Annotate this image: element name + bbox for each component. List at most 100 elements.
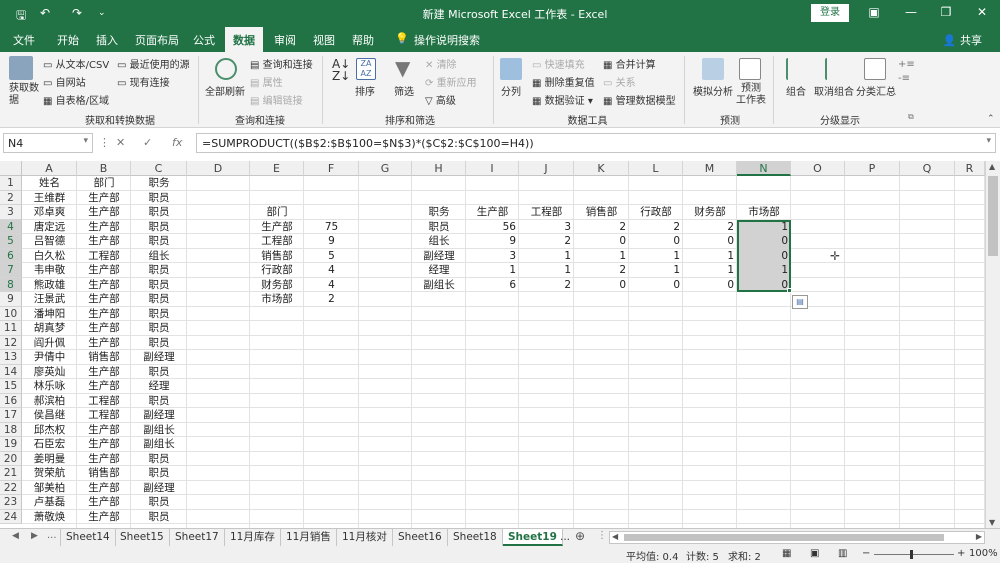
- summary-dept[interactable]: 生产部: [250, 220, 304, 235]
- row-header[interactable]: 24: [0, 509, 22, 524]
- scroll-left-icon[interactable]: ◀: [612, 532, 618, 541]
- matrix-header[interactable]: 销售部: [574, 205, 629, 220]
- matrix-value[interactable]: 6: [466, 278, 519, 293]
- cell-position[interactable]: 职员: [131, 510, 187, 525]
- matrix-value[interactable]: 3: [466, 249, 519, 264]
- cell-name[interactable]: 尹倩中: [22, 350, 77, 365]
- matrix-value[interactable]: 1: [683, 263, 737, 278]
- row-header[interactable]: 13: [0, 350, 22, 365]
- horizontal-scrollbar[interactable]: ◀ ▶: [609, 531, 985, 544]
- cell-dept[interactable]: 生产部: [77, 423, 131, 438]
- row-header[interactable]: 19: [0, 437, 22, 452]
- cell-dept[interactable]: 部门: [77, 176, 131, 191]
- cell-dept[interactable]: 生产部: [77, 307, 131, 322]
- minimize-icon[interactable]: —: [901, 5, 921, 19]
- ribbon-display-icon[interactable]: ▣: [864, 5, 884, 19]
- row-header[interactable]: 11: [0, 321, 22, 336]
- row-header[interactable]: 21: [0, 466, 22, 481]
- cell-position[interactable]: 副组长: [131, 437, 187, 452]
- cell-dept[interactable]: 生产部: [77, 220, 131, 235]
- properties-button[interactable]: ▤ 属性: [250, 74, 283, 89]
- cell-position[interactable]: 副组长: [131, 423, 187, 438]
- column-header[interactable]: E: [250, 161, 304, 176]
- matrix-value[interactable]: 0: [629, 234, 683, 249]
- matrix-value[interactable]: 2: [629, 220, 683, 235]
- cell-dept[interactable]: 生产部: [77, 365, 131, 380]
- matrix-value[interactable]: 1: [683, 249, 737, 264]
- matrix-position[interactable]: 职员: [412, 220, 466, 235]
- column-header[interactable]: B: [77, 161, 131, 176]
- select-all-button[interactable]: [0, 161, 22, 176]
- expand-formula-icon[interactable]: ▾: [986, 136, 991, 146]
- summary-count[interactable]: 5: [304, 249, 359, 264]
- cell-dept[interactable]: 工程部: [77, 394, 131, 409]
- cell-position[interactable]: 职员: [131, 394, 187, 409]
- cell-position[interactable]: 职员: [131, 466, 187, 481]
- more-sheets-icon[interactable]: ...: [47, 530, 57, 541]
- cell-dept[interactable]: 生产部: [77, 379, 131, 394]
- queries-button[interactable]: ▤ 查询和连接: [250, 56, 313, 71]
- from-text-button[interactable]: ▭ 从文本/CSV: [43, 56, 109, 71]
- undo-icon[interactable]: ↶: [40, 6, 50, 20]
- row-header[interactable]: 4: [0, 219, 22, 234]
- text-to-columns-button[interactable]: 分列: [501, 83, 521, 98]
- save-icon[interactable]: 🖫: [16, 6, 26, 27]
- matrix-value[interactable]: 2: [519, 234, 574, 249]
- sort-az-icon[interactable]: A↓ Z↓: [332, 58, 350, 82]
- relationships-button[interactable]: ▭ 关系: [603, 74, 636, 89]
- column-header[interactable]: G: [359, 161, 412, 176]
- cell-dept[interactable]: 工程部: [77, 249, 131, 264]
- row-header[interactable]: 17: [0, 408, 22, 423]
- zoom-out-icon[interactable]: −: [862, 548, 870, 559]
- cell-name[interactable]: 邹美柏: [22, 481, 77, 496]
- row-header[interactable]: 16: [0, 393, 22, 408]
- sheet-tab[interactable]: Sheet16: [393, 529, 448, 546]
- next-sheet-icon[interactable]: ▶: [31, 531, 38, 541]
- summary-dept[interactable]: 市场部: [250, 292, 304, 307]
- column-header[interactable]: L: [629, 161, 683, 176]
- cell-dept[interactable]: 生产部: [77, 510, 131, 525]
- consolidate-button[interactable]: ▦ 合并计算: [603, 56, 656, 71]
- column-header[interactable]: I: [466, 161, 519, 176]
- summary-dept[interactable]: 行政部: [250, 263, 304, 278]
- from-web-button[interactable]: ▭ 自网站: [43, 74, 86, 89]
- row-header[interactable]: 12: [0, 335, 22, 350]
- group-button[interactable]: 组合: [786, 83, 806, 98]
- matrix-value[interactable]: 1: [519, 249, 574, 264]
- matrix-value[interactable]: 0: [574, 234, 629, 249]
- tab-help[interactable]: 帮助: [352, 32, 374, 48]
- cell-name[interactable]: 姜明曼: [22, 452, 77, 467]
- chevron-down-icon[interactable]: ▾: [83, 136, 88, 146]
- scroll-thumb[interactable]: [988, 176, 998, 256]
- fill-handle[interactable]: [787, 288, 792, 293]
- row-header[interactable]: 18: [0, 422, 22, 437]
- summary-count[interactable]: 4: [304, 263, 359, 278]
- tab-page-layout[interactable]: 页面布局: [135, 32, 179, 48]
- restore-icon[interactable]: ❐: [936, 5, 956, 19]
- cell-position[interactable]: 职员: [131, 205, 187, 220]
- row-header[interactable]: 15: [0, 379, 22, 394]
- matrix-header[interactable]: 工程部: [519, 205, 574, 220]
- cell-dept[interactable]: 生产部: [77, 292, 131, 307]
- zoom-slider[interactable]: [874, 554, 954, 555]
- cell-dept[interactable]: 生产部: [77, 321, 131, 336]
- customize-qat-icon[interactable]: ⌄: [98, 8, 106, 18]
- cell-dept[interactable]: 生产部: [77, 495, 131, 510]
- sheet-tab-active[interactable]: Sheet19: [503, 529, 563, 546]
- cell-name[interactable]: 阎升佩: [22, 336, 77, 351]
- sheet-tab[interactable]: Sheet15: [115, 529, 170, 546]
- paste-options-icon[interactable]: ▤: [792, 295, 808, 309]
- cell-name[interactable]: 石臣宏: [22, 437, 77, 452]
- matrix-value[interactable]: 1: [629, 249, 683, 264]
- scroll-down-icon[interactable]: ▼: [989, 518, 995, 527]
- cell-position[interactable]: 职员: [131, 191, 187, 206]
- advanced-button[interactable]: ▽ 高级: [425, 92, 456, 107]
- refresh-all-button[interactable]: 全部刷新: [205, 83, 245, 98]
- login-button[interactable]: 登录: [811, 4, 849, 22]
- column-header[interactable]: H: [412, 161, 466, 176]
- close-icon[interactable]: ✕: [972, 5, 992, 19]
- forecast-sheet-button[interactable]: 预测 工作表: [736, 83, 766, 107]
- cell-position[interactable]: 职员: [131, 307, 187, 322]
- redo-icon[interactable]: ↷: [72, 6, 82, 20]
- column-header[interactable]: O: [791, 161, 845, 176]
